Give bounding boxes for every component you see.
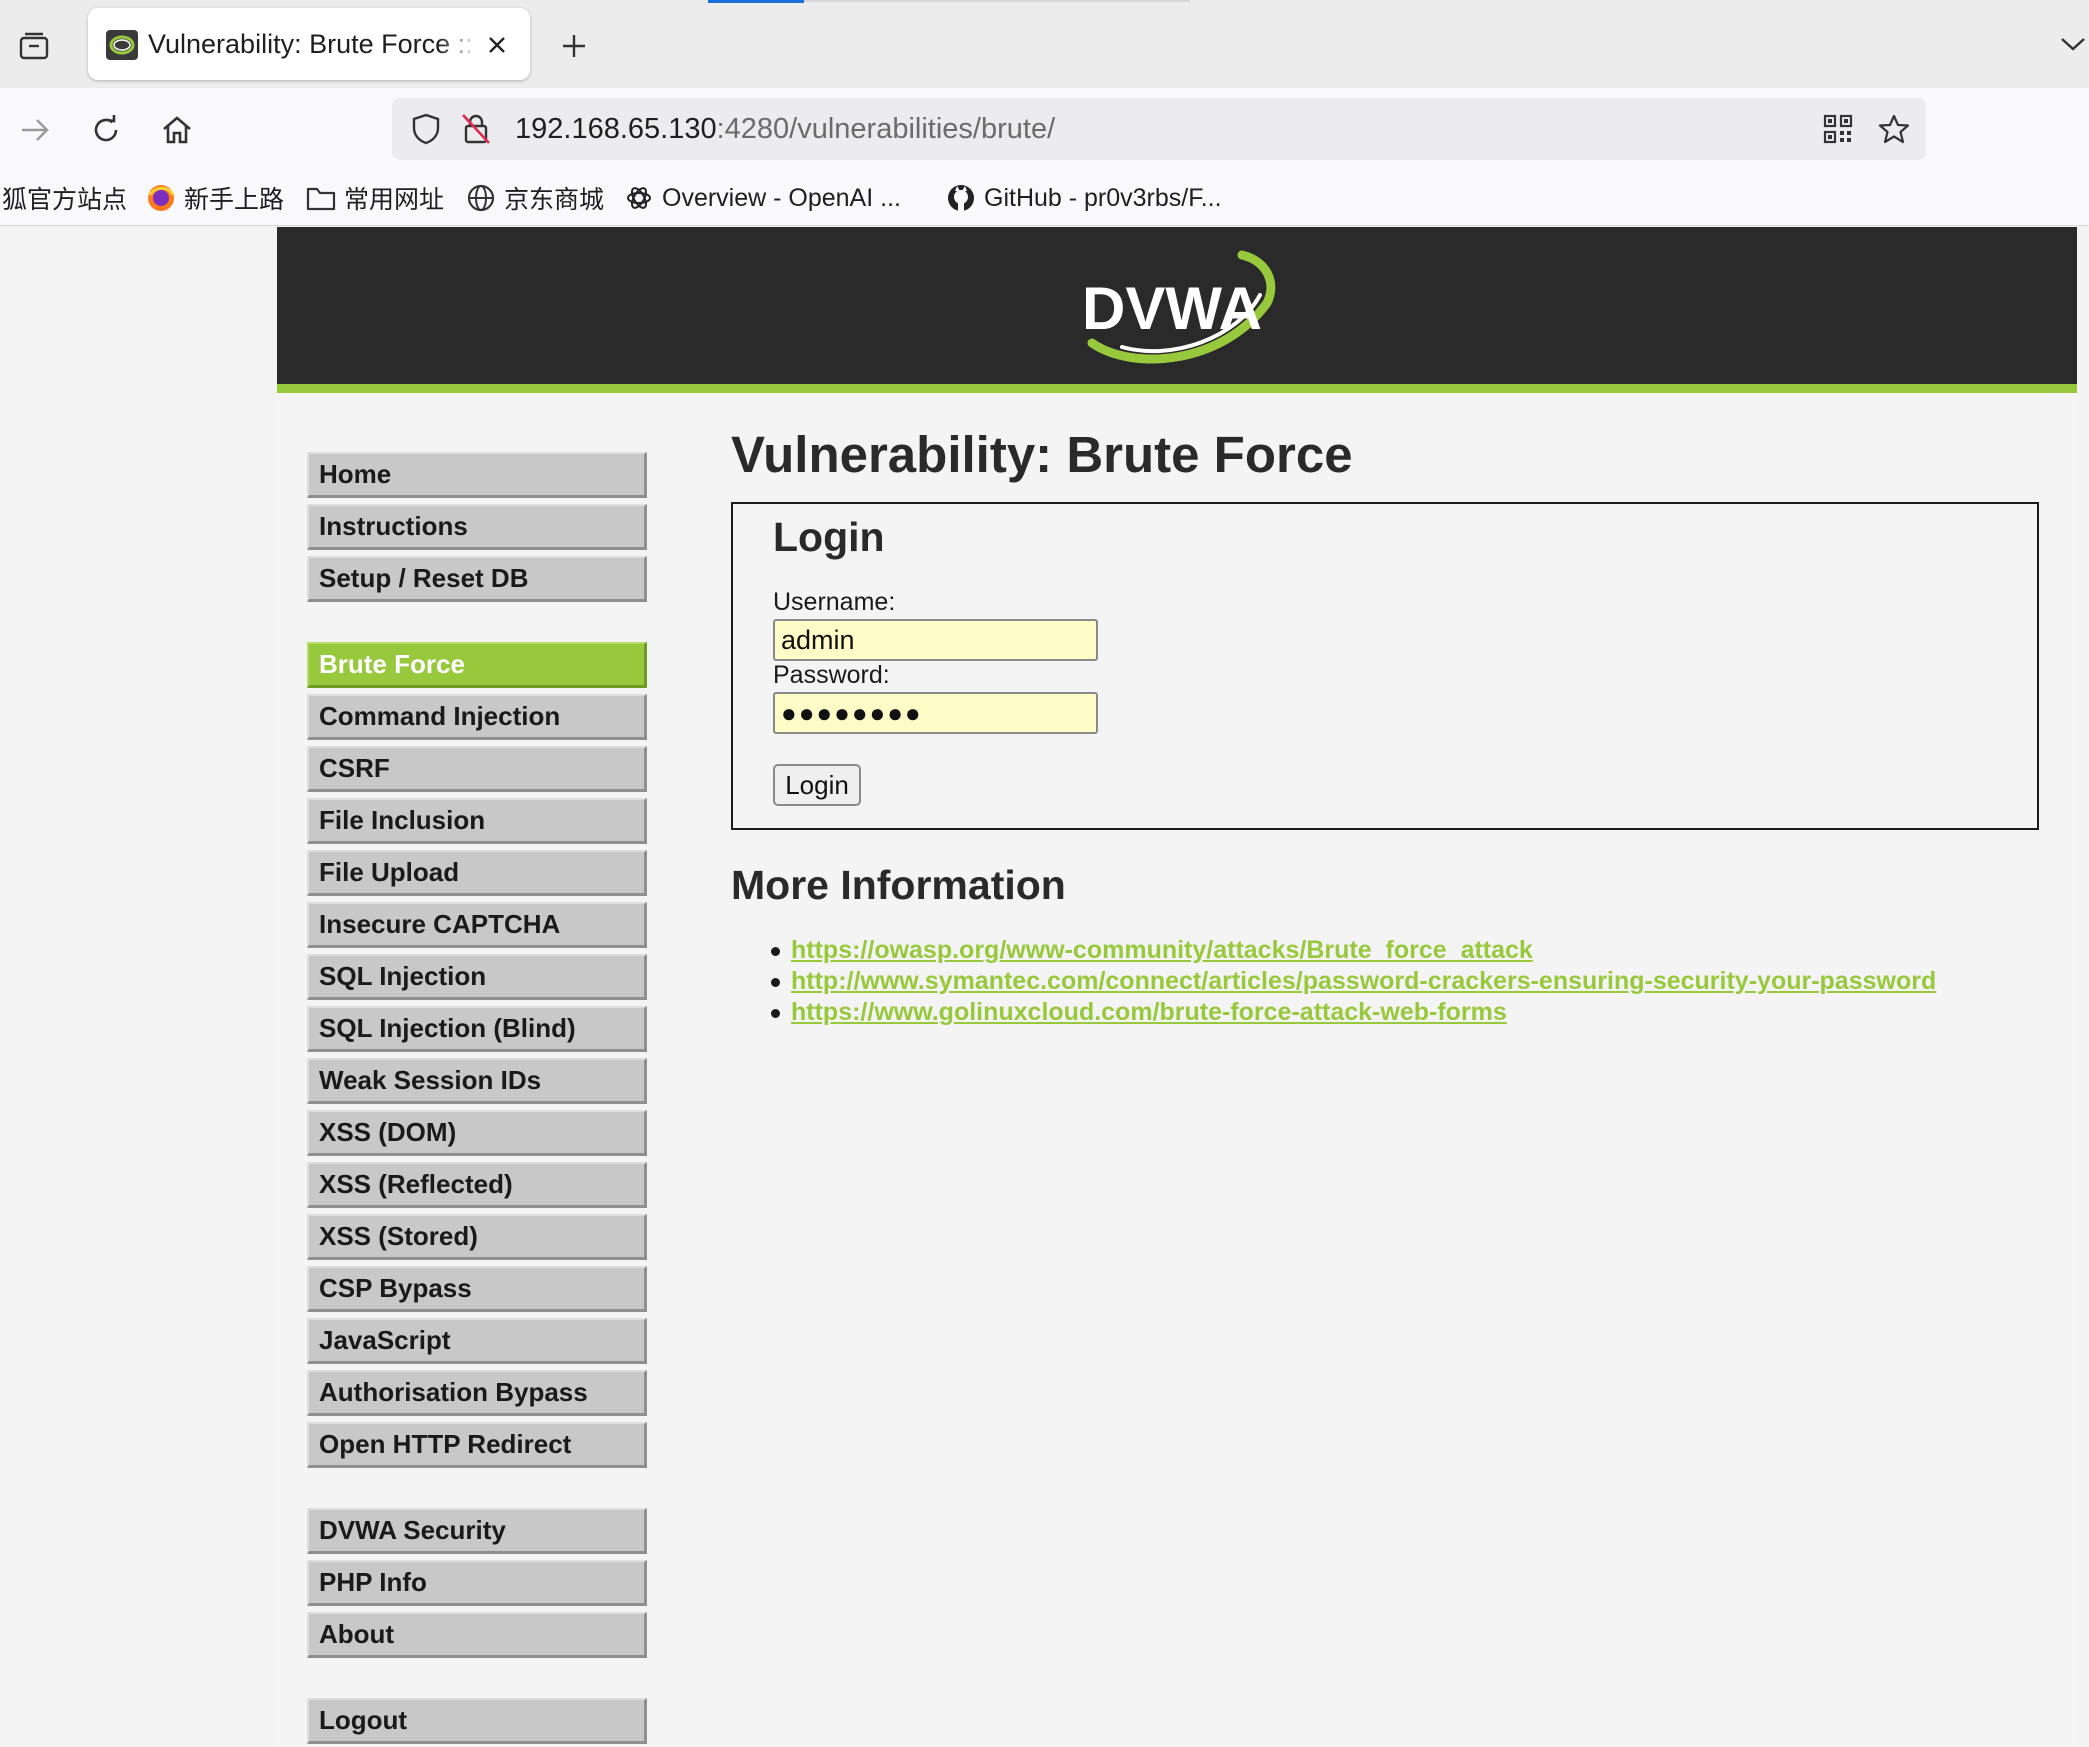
globe-icon <box>466 183 496 213</box>
url-host: 192.168.65.130 <box>515 113 717 145</box>
bookmark-label: Overview - OpenAI ... <box>662 183 901 212</box>
firefox-icon <box>146 183 176 213</box>
menu-item-command-injection[interactable]: Command Injection <box>307 694 647 740</box>
menu-item-php-info[interactable]: PHP Info <box>307 1560 647 1606</box>
menu-item-javascript[interactable]: JavaScript <box>307 1318 647 1364</box>
menu-item-about[interactable]: About <box>307 1612 647 1658</box>
openai-icon <box>624 183 654 213</box>
menu-item-xss-dom[interactable]: XSS (DOM) <box>307 1110 647 1156</box>
chevron-down-icon[interactable] <box>2056 24 2089 64</box>
plus-icon[interactable] <box>552 24 596 68</box>
login-form: Login Username: admin Password: ●●●●●●●●… <box>731 502 2039 830</box>
dvwa-container: DVWA Home Instructions Setup / Reset DB … <box>277 227 2077 1747</box>
symantec-link[interactable]: http://www.symantec.com/connect/articles… <box>791 967 1936 995</box>
main-content: Vulnerability: Brute Force Login Usernam… <box>731 422 2041 1026</box>
menu-item-setup[interactable]: Setup / Reset DB <box>307 556 647 602</box>
dvwa-logo[interactable]: DVWA <box>1062 243 1282 369</box>
star-icon[interactable] <box>1874 109 1914 149</box>
url-path: :4280/vulnerabilities/brute/ <box>716 113 1056 145</box>
shield-icon[interactable] <box>406 109 446 149</box>
menu-item-brute-force[interactable]: Brute Force <box>307 642 647 688</box>
list-item: https://owasp.org/www-community/attacks/… <box>770 935 1936 966</box>
bookmark-label: 狐官方站点 <box>2 186 128 214</box>
dvwa-favicon-icon <box>106 30 138 60</box>
username-label: Username: <box>773 588 896 616</box>
bookmark-item[interactable]: 常用网址 <box>306 170 444 226</box>
menu-item-insecure-captcha[interactable]: Insecure CAPTCHA <box>307 902 647 948</box>
owasp-link[interactable]: https://owasp.org/www-community/attacks/… <box>791 936 1533 964</box>
menu-item-csp-bypass[interactable]: CSP Bypass <box>307 1266 647 1312</box>
login-heading: Login <box>773 514 885 560</box>
bookmark-label: 新手上路 <box>184 186 285 214</box>
tab-strip: Vulnerability: Brute Force :: DVWA <box>0 0 2089 88</box>
password-label: Password: <box>773 661 890 689</box>
navigation-toolbar: 192.168.65.130:4280/vulnerabilities/brut… <box>0 88 2089 170</box>
page-title: Vulnerability: Brute Force <box>731 426 1353 483</box>
menu-item-logout[interactable]: Logout <box>307 1698 647 1744</box>
tab-list-icon[interactable] <box>14 26 54 66</box>
reload-icon[interactable] <box>81 105 131 155</box>
more-information-heading: More Information <box>731 862 1066 908</box>
bookmark-label: 常用网址 <box>344 186 445 214</box>
menu-item-sql-injection[interactable]: SQL Injection <box>307 954 647 1000</box>
github-icon <box>946 183 976 213</box>
login-button[interactable]: Login <box>773 764 861 806</box>
more-information-links: https://owasp.org/www-community/attacks/… <box>770 935 1936 1028</box>
menu-item-xss-reflected[interactable]: XSS (Reflected) <box>307 1162 647 1208</box>
active-tab[interactable]: Vulnerability: Brute Force :: DVWA <box>88 8 530 80</box>
url-text[interactable]: 192.168.65.130:4280/vulnerabilities/brut… <box>515 98 1055 160</box>
menu-item-csrf[interactable]: CSRF <box>307 746 647 792</box>
qr-code-icon[interactable] <box>1818 109 1858 149</box>
tab-title: Vulnerability: Brute Force :: DVWA <box>148 29 478 59</box>
menu-item-home[interactable]: Home <box>307 452 647 498</box>
folder-icon <box>306 183 336 213</box>
menu-item-file-upload[interactable]: File Upload <box>307 850 647 896</box>
bookmark-item[interactable]: 京东商城 <box>466 170 604 226</box>
menu-item-sql-injection-blind[interactable]: SQL Injection (Blind) <box>307 1006 647 1052</box>
tab-strip-divider <box>804 0 1190 2</box>
bookmark-item[interactable]: 狐官方站点 <box>2 170 127 226</box>
url-bar[interactable]: 192.168.65.130:4280/vulnerabilities/brut… <box>392 98 1926 160</box>
menu-item-dvwa-security[interactable]: DVWA Security <box>307 1508 647 1554</box>
list-item: http://www.symantec.com/connect/articles… <box>770 966 1936 997</box>
bookmark-item[interactable]: Overview - OpenAI ... <box>624 170 901 226</box>
bookmarks-toolbar: 狐官方站点 新手上路 常用网址 京东商城 Overview - OpenAI .… <box>0 170 2089 226</box>
dvwa-header: DVWA <box>277 227 2077 393</box>
list-item: https://www.golinuxcloud.com/brute-force… <box>770 997 1936 1028</box>
close-icon[interactable] <box>478 26 516 64</box>
logo-text: DVWA <box>1082 275 1262 342</box>
bookmark-item[interactable]: 新手上路 <box>146 170 284 226</box>
golinuxcloud-link[interactable]: https://www.golinuxcloud.com/brute-force… <box>791 998 1507 1026</box>
forward-arrow-icon[interactable] <box>10 105 60 155</box>
menu-item-open-http-redirect[interactable]: Open HTTP Redirect <box>307 1422 647 1468</box>
page-viewport: DVWA Home Instructions Setup / Reset DB … <box>0 227 2089 1747</box>
password-input[interactable]: ●●●●●●●● <box>773 692 1098 734</box>
bookmark-label: 京东商城 <box>504 186 605 214</box>
menu-item-instructions[interactable]: Instructions <box>307 504 647 550</box>
menu-item-weak-session-ids[interactable]: Weak Session IDs <box>307 1058 647 1104</box>
username-input[interactable]: admin <box>773 619 1098 661</box>
insecure-lock-icon[interactable] <box>456 109 496 149</box>
bookmark-item[interactable]: GitHub - pr0v3rbs/F... <box>946 170 1222 226</box>
bookmark-label: GitHub - pr0v3rbs/F... <box>984 183 1222 212</box>
menu-item-authorisation-bypass[interactable]: Authorisation Bypass <box>307 1370 647 1416</box>
menu-item-xss-stored[interactable]: XSS (Stored) <box>307 1214 647 1260</box>
loading-indicator <box>708 0 804 3</box>
menu-item-file-inclusion[interactable]: File Inclusion <box>307 798 647 844</box>
home-icon[interactable] <box>152 105 202 155</box>
